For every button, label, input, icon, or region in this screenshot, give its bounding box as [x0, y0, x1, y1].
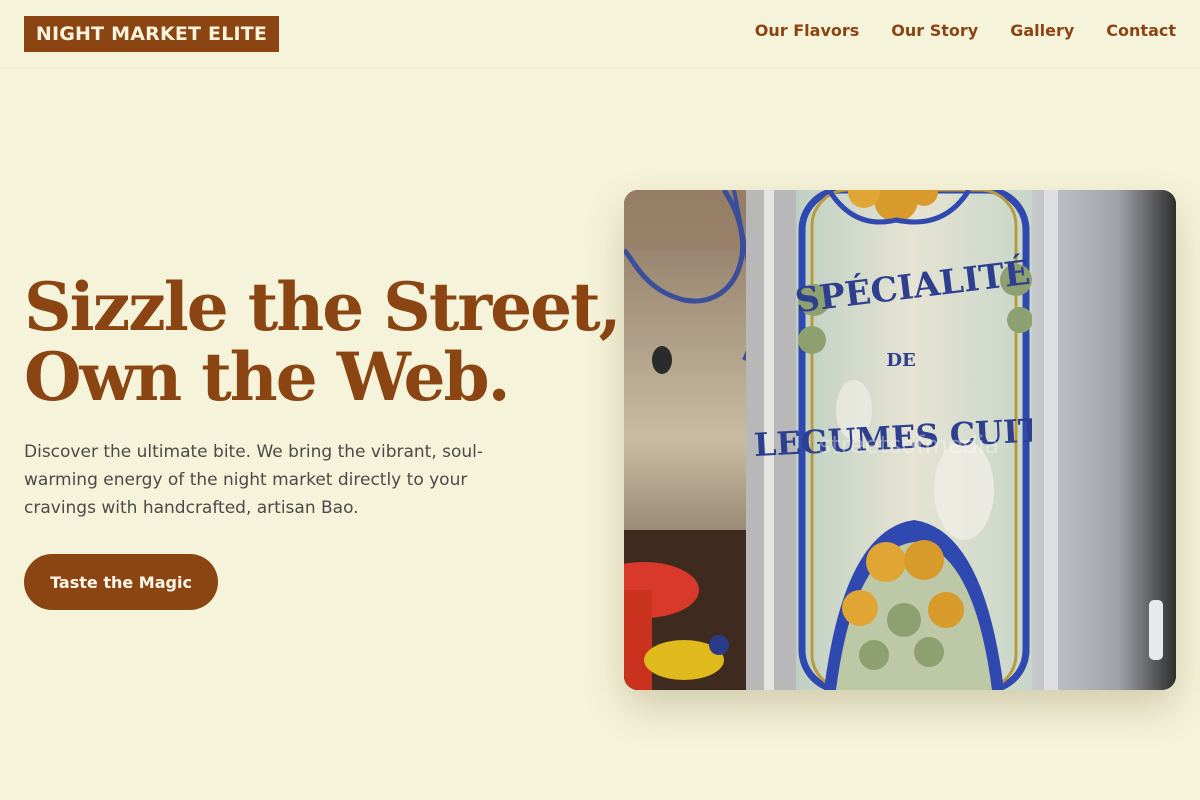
hero-photo-illustration: SPÉCIALITÉ DE LEGUMES CUITS streetsofmed…: [624, 190, 1176, 690]
hero-title-line-1: Sizzle the Street,: [24, 268, 622, 346]
nav-link-contact[interactable]: Contact: [1106, 21, 1176, 40]
sign-text-line-2: DE: [886, 350, 915, 371]
hero-title-line-2: Own the Web.: [24, 338, 511, 416]
taste-the-magic-button[interactable]: Taste the Magic: [24, 554, 218, 610]
site-header: NIGHT MARKET ELITE Our Flavors Our Story…: [0, 0, 1200, 68]
hero-photo: SPÉCIALITÉ DE LEGUMES CUITS streetsofmed…: [624, 190, 1176, 690]
photo-watermark: streetsofmedia: [819, 431, 1000, 459]
nav-link-gallery[interactable]: Gallery: [1010, 21, 1074, 40]
site-logo[interactable]: NIGHT MARKET ELITE: [24, 16, 279, 52]
nav-link-our-flavors[interactable]: Our Flavors: [755, 21, 860, 40]
main-nav: Our Flavors Our Story Gallery Contact: [755, 21, 1176, 40]
hero-description: Discover the ultimate bite. We bring the…: [24, 442, 484, 518]
hero-title: Sizzle the Street, Own the Web.: [24, 268, 622, 416]
nav-link-our-story[interactable]: Our Story: [891, 21, 978, 40]
